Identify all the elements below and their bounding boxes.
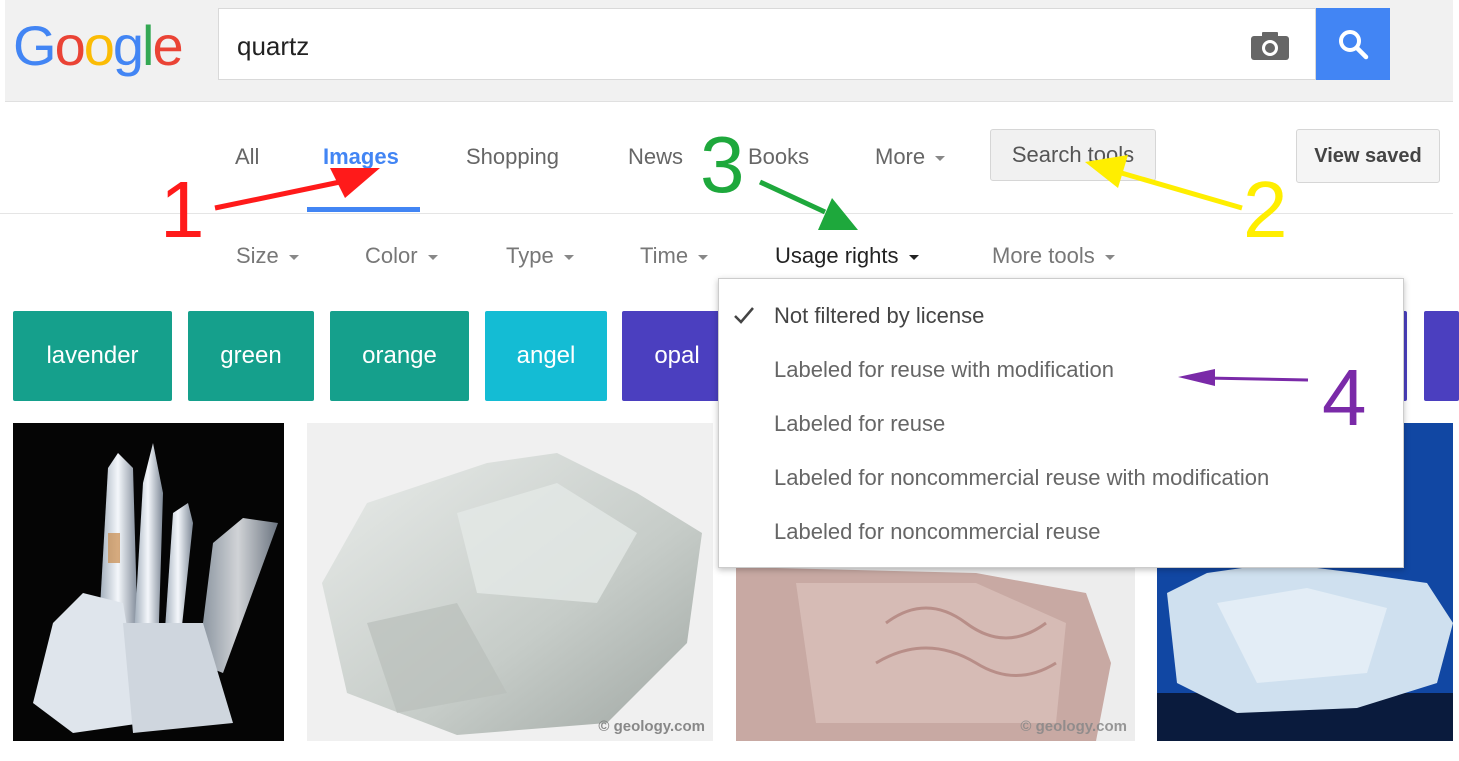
- google-logo[interactable]: Google: [13, 14, 184, 78]
- tool-color-label: Color: [365, 243, 418, 268]
- tool-usage-rights-label: Usage rights: [775, 243, 899, 268]
- related-chip-angel[interactable]: angel: [485, 311, 607, 401]
- usage-option-noncommercial-modification[interactable]: Labeled for noncommercial reuse with mod…: [774, 465, 1269, 491]
- usage-rights-dropdown: Not filtered by license Labeled for reus…: [718, 278, 1404, 568]
- image-watermark: © geology.com: [1020, 718, 1127, 735]
- active-tab-indicator: [307, 207, 420, 212]
- related-chip-lavender[interactable]: lavender: [13, 311, 172, 401]
- tab-more-label: More: [875, 144, 926, 169]
- tool-color[interactable]: Color: [365, 243, 438, 269]
- chevron-down-icon: [288, 254, 299, 260]
- chevron-down-icon: [563, 254, 574, 260]
- tool-size[interactable]: Size: [236, 243, 299, 269]
- annotation-number-1: 1: [160, 165, 205, 254]
- image-result[interactable]: © geology.com: [307, 423, 713, 741]
- chevron-down-icon: [935, 155, 946, 161]
- logo-letter: o: [54, 14, 86, 77]
- related-chip-orange[interactable]: orange: [330, 311, 469, 401]
- view-saved-button[interactable]: View saved: [1296, 129, 1440, 183]
- quartz-crystal-image: [33, 443, 278, 733]
- search-button[interactable]: [1316, 8, 1390, 80]
- tab-shopping[interactable]: Shopping: [466, 144, 559, 170]
- tool-type-label: Type: [506, 243, 554, 268]
- chevron-down-icon: [698, 254, 709, 260]
- tab-books[interactable]: Books: [748, 144, 809, 170]
- search-tools-button[interactable]: Search tools: [990, 129, 1156, 181]
- related-chip[interactable]: [1424, 311, 1459, 401]
- header-bar: Google: [5, 0, 1453, 102]
- search-box: [218, 8, 1316, 80]
- magnifier-icon: [1339, 30, 1369, 60]
- annotation-number-3: 3: [700, 120, 745, 209]
- chevron-down-icon: [1104, 254, 1115, 260]
- usage-option-reuse-modification[interactable]: Labeled for reuse with modification: [774, 357, 1114, 383]
- tool-usage-rights[interactable]: Usage rights: [775, 243, 919, 269]
- checkmark-icon: [734, 307, 754, 324]
- logo-letter: G: [13, 14, 57, 77]
- search-input[interactable]: [235, 27, 1219, 65]
- tab-more[interactable]: More: [875, 144, 946, 170]
- tab-all[interactable]: All: [235, 144, 259, 170]
- chevron-down-icon: [908, 254, 919, 260]
- image-result[interactable]: [13, 423, 284, 741]
- tool-time-label: Time: [640, 243, 689, 268]
- tool-more-tools[interactable]: More tools: [992, 243, 1115, 269]
- annotation-number-2: 2: [1243, 165, 1288, 254]
- logo-letter: g: [112, 14, 144, 77]
- logo-letter: o: [83, 14, 115, 77]
- tab-news[interactable]: News: [628, 144, 683, 170]
- camera-icon[interactable]: [1250, 31, 1290, 61]
- tool-time[interactable]: Time: [640, 243, 709, 269]
- tool-more-tools-label: More tools: [992, 243, 1095, 268]
- logo-letter: l: [142, 14, 155, 77]
- quartz-rock-image: [322, 453, 702, 735]
- usage-option-noncommercial[interactable]: Labeled for noncommercial reuse: [774, 519, 1101, 545]
- chevron-down-icon: [427, 254, 438, 260]
- tool-size-label: Size: [236, 243, 279, 268]
- related-chip-opal[interactable]: opal: [622, 311, 732, 401]
- tool-type[interactable]: Type: [506, 243, 574, 269]
- usage-option-reuse[interactable]: Labeled for reuse: [774, 411, 945, 437]
- related-chip-green[interactable]: green: [188, 311, 314, 401]
- logo-letter: e: [152, 14, 183, 77]
- tab-images[interactable]: Images: [323, 144, 399, 170]
- usage-option-not-filtered[interactable]: Not filtered by license: [774, 303, 984, 329]
- annotation-number-4: 4: [1322, 353, 1367, 442]
- image-watermark: © geology.com: [598, 718, 705, 735]
